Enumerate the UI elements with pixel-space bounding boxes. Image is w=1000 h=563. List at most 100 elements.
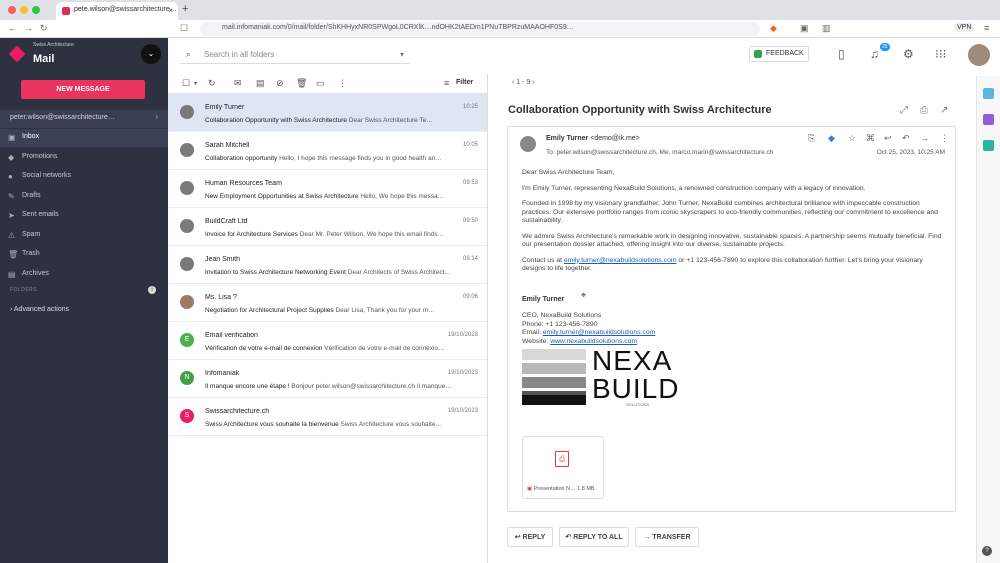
user-avatar[interactable]	[968, 44, 990, 66]
message-row[interactable]: S Swissarchitecture.ch 19/10/2023 Swiss Arc…	[168, 398, 488, 436]
sidebar-item-promotions[interactable]: ◆ Promotions	[0, 149, 168, 167]
sidebar-item-label: Drafts	[22, 191, 41, 199]
maximize-window-dot[interactable]	[32, 6, 40, 14]
sidebar-item-sent-emails[interactable]: ➤ Sent emails	[0, 207, 168, 225]
reply-all-button[interactable]: ↶ REPLY TO ALL	[559, 527, 629, 547]
url-field[interactable]: mail.infomaniak.com/0/mail/folder/ShKHHy…	[200, 22, 760, 36]
back-icon[interactable]: ←	[8, 23, 17, 33]
row-preview: Dear Lisa, Thank you for your m…	[335, 307, 435, 314]
new-tab-icon[interactable]: +	[182, 3, 188, 15]
close-tab-icon[interactable]: ×	[168, 6, 173, 15]
forward-icon[interactable]: →	[24, 23, 33, 33]
row-summary: Vérification de votre e-mail de connexio…	[205, 345, 475, 352]
translate-icon[interactable]: ⌘	[866, 133, 875, 144]
pane-divider[interactable]	[487, 74, 488, 563]
sidebar-item-spam[interactable]: ⚠ Spam	[0, 227, 168, 245]
message-row[interactable]: E Email verification 19/10/2023 Vérificatio…	[168, 322, 488, 360]
new-message-label: NEW MESSAGE	[56, 86, 110, 93]
signature-email-link[interactable]: emily.turner@nexabuildsolutions.com	[543, 329, 656, 336]
print-icon[interactable]: ⎙	[920, 105, 928, 116]
attachment-card[interactable]: ⎙ ▣ Presentation N… 1.8 MB	[522, 436, 604, 499]
add-folder-icon[interactable]: i	[148, 286, 156, 294]
more-options-icon[interactable]: ⋮	[338, 78, 347, 89]
delete-icon[interactable]: 🗑	[296, 78, 307, 89]
chevron-down-icon[interactable]: ▾	[400, 50, 404, 59]
sidebar-item-inbox[interactable]: ▣ Inbox	[0, 129, 168, 147]
message-from[interactable]: Emily Turner <demo@ik.me>	[546, 135, 640, 142]
app-switcher-chevron-icon[interactable]: ⌄	[141, 44, 161, 64]
filter-icon[interactable]: ≡	[444, 78, 449, 88]
account-selector[interactable]: peter.wilson@swissarchitecture… ›	[0, 110, 168, 128]
label-icon[interactable]: ◆	[828, 133, 835, 144]
help-icon[interactable]: ?	[982, 546, 992, 556]
attachment-icon[interactable]: ⎘	[808, 133, 815, 144]
advanced-actions-link[interactable]: › Advanced actions	[10, 306, 69, 313]
message-row[interactable]: Jean Smith 09:14 Invitation to Swiss Archi…	[168, 246, 488, 284]
bookmark-icon[interactable]: ☐	[180, 23, 188, 34]
spam-icon[interactable]: ⊘	[276, 78, 284, 89]
sidebar-item-archives[interactable]: ▤ Archives	[0, 266, 168, 284]
row-summary: Swiss Architecture vous souhaite la bien…	[205, 421, 475, 428]
select-all-checkbox[interactable]: ☐	[182, 78, 190, 89]
row-summary: Invoice for Architecture Services Dear M…	[205, 231, 475, 238]
attachment-info: ▣ Presentation N… 1.8 MB	[527, 486, 595, 492]
archive-icon: ▤	[8, 269, 16, 279]
move-icon[interactable]: ▭	[316, 78, 325, 89]
message-recipients[interactable]: To: peter.wilson@swissarchitecture.ch, M…	[546, 149, 866, 156]
sidebar-item-social-networks[interactable]: ● Social networks	[0, 168, 168, 186]
message-row[interactable]: N Infomaniak 19/10/2023 Il manque encore un…	[168, 360, 488, 398]
forward-icon[interactable]: →	[920, 133, 929, 143]
reply-icon[interactable]: ↩	[884, 133, 892, 144]
logo-text-nexa: NEXA	[592, 345, 673, 376]
message-row[interactable]: Emily Turner 10:25 Collaboration Opportuni…	[168, 94, 488, 132]
row-date: 09:53	[462, 180, 478, 186]
message-row[interactable]: BuildCraft Ltd 09:50 Invoice for Architect…	[168, 208, 488, 246]
apps-grid-icon[interactable]: ⁝⁝⁝	[935, 47, 946, 61]
gear-icon[interactable]: ⚙	[903, 47, 914, 61]
mark-read-icon[interactable]: ✉	[234, 78, 242, 89]
refresh-icon[interactable]: ↻	[208, 78, 216, 89]
sidebar-toggle-icon[interactable]: ▥	[822, 23, 831, 34]
vpn-button[interactable]: VPN	[954, 23, 975, 32]
row-preview: Swiss Architecture vous souhaite…	[340, 421, 443, 428]
archive-icon[interactable]: ▤	[256, 78, 265, 89]
contact-email-link[interactable]: emily.turner@nexabuildsolutions.com	[564, 257, 677, 264]
expand-icon[interactable]: ⤢	[900, 105, 908, 116]
pager: ‹ 1 - 9 ›	[512, 79, 535, 86]
message-row[interactable]: Sarah Mitchell 10:05 Collaboration opportu…	[168, 132, 488, 170]
row-date: 19/10/2023	[447, 332, 478, 338]
sidebar-item-drafts[interactable]: ✎ Drafts	[0, 188, 168, 206]
contacts-app-icon[interactable]	[983, 114, 994, 125]
star-icon[interactable]: ☆	[848, 133, 856, 144]
minimize-window-dot[interactable]	[20, 6, 28, 14]
new-message-button[interactable]: NEW MESSAGE	[21, 80, 145, 99]
brave-shield-icon[interactable]: ◆	[770, 23, 777, 34]
select-dropdown-icon[interactable]: ▾	[194, 80, 197, 87]
feedback-button[interactable]: FEEDBACK	[749, 46, 809, 62]
row-preview: Bonjour peter.wilson@swissarchitecture.c…	[291, 383, 452, 390]
transfer-button[interactable]: → TRANSFER	[635, 527, 699, 547]
pencil-icon: ✎	[8, 191, 15, 201]
reply-all-icon[interactable]: ↶	[902, 133, 910, 144]
row-preview: Dear Architects of Swiss Architect…	[347, 269, 452, 276]
more-actions-icon[interactable]: ⋮	[940, 133, 949, 144]
signature-website-link[interactable]: www.nexabuildsolutions.com	[550, 338, 637, 345]
reload-icon[interactable]: ↻	[40, 23, 48, 34]
menu-icon[interactable]: ≡	[984, 23, 989, 33]
kdrive-app-icon[interactable]	[983, 140, 994, 151]
filter-button[interactable]: Filter	[456, 79, 473, 86]
reply-button[interactable]: ↩ REPLY	[507, 527, 553, 547]
bell-icon[interactable]: ♫	[870, 47, 879, 61]
search-input[interactable]: ⌕ Search in all folders ▾	[180, 46, 410, 64]
send-icon: ➤	[8, 211, 15, 220]
message-row[interactable]: Ms. Lisa ? 09:06 Negotiation for Architect…	[168, 284, 488, 322]
mobile-icon[interactable]: ▯	[838, 47, 845, 61]
message-row[interactable]: Human Resources Team 09:53 New Employment …	[168, 170, 488, 208]
sidebar-item-trash[interactable]: 🗑 Trash	[0, 246, 168, 264]
message-list: Emily Turner 10:25 Collaboration Opportuni…	[168, 94, 488, 438]
extensions-icon[interactable]: ▣	[800, 23, 809, 34]
open-external-icon[interactable]: ↗	[940, 105, 948, 116]
browser-tab[interactable]: pete.wilson@swissarchitecture… ×	[56, 2, 178, 20]
close-window-dot[interactable]	[8, 6, 16, 14]
calendar-app-icon[interactable]	[983, 88, 994, 99]
